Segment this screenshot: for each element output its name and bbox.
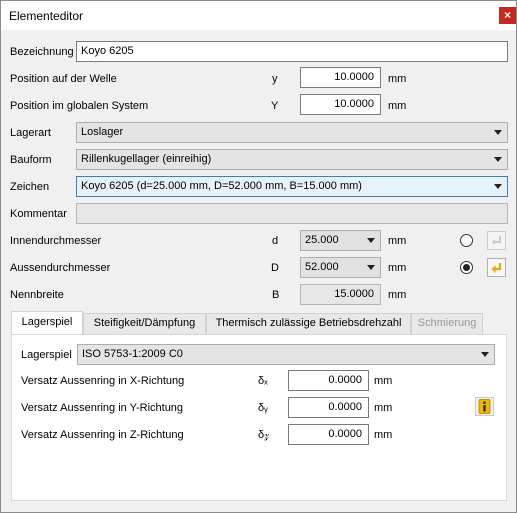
tab-thermisch[interactable]: Thermisch zulässige Betriebsdrehzahl — [206, 313, 411, 334]
versatz-y-label: Versatz Aussenring in Y-Richtung — [21, 402, 184, 414]
versatz-z-unit: mm — [374, 429, 393, 441]
title-bar[interactable]: Elementeditor × — [1, 1, 516, 30]
innendurchmesser-radio[interactable] — [460, 234, 473, 247]
aussendurchmesser-arrow-button[interactable] — [487, 258, 506, 277]
element-editor-window: Elementeditor × Bezeichnung Koyo 6205 Po… — [0, 0, 517, 513]
position-welle-unit: mm — [388, 73, 407, 85]
chevron-down-icon — [494, 184, 502, 189]
position-global-input[interactable]: 10.0000 — [300, 94, 381, 115]
tab-lagerspiel[interactable]: Lagerspiel — [11, 311, 83, 335]
versatz-z-input[interactable]: 0.0000 — [288, 424, 369, 445]
position-global-unit: mm — [388, 100, 407, 112]
info-button[interactable] — [475, 397, 494, 416]
innendurchmesser-arrow-button[interactable] — [487, 231, 506, 250]
bauform-value: Rillenkugellager (einreihig) — [81, 153, 212, 165]
lagerart-dropdown[interactable]: Loslager — [76, 122, 508, 143]
versatz-x-input[interactable]: 0.0000 — [288, 370, 369, 391]
window-title: Elementeditor — [9, 9, 84, 23]
lagerspiel-dropdown[interactable]: ISO 5753-1:2009 C0 — [77, 344, 495, 365]
aussendurchmesser-radio[interactable] — [460, 261, 473, 274]
tab-steifigkeit[interactable]: Steifigkeit/Dämpfung — [83, 313, 206, 334]
innendurchmesser-value: 25.000 — [305, 234, 339, 246]
position-welle-label: Position auf der Welle — [10, 73, 117, 85]
tab-schmierung[interactable]: Schmierung — [411, 313, 483, 334]
arrow-return-icon — [491, 263, 502, 273]
position-welle-symbol: y — [272, 73, 278, 85]
close-button[interactable]: × — [499, 7, 516, 24]
versatz-z-symbol: δ𝓏 — [258, 429, 270, 441]
lagerspiel-value: ISO 5753-1:2009 C0 — [82, 348, 183, 360]
arrow-return-icon — [492, 236, 501, 245]
aussendurchmesser-value: 52.000 — [305, 261, 339, 273]
lagerspiel-panel: Lagerspiel ISO 5753-1:2009 C0 Versatz Au… — [11, 334, 507, 501]
bauform-dropdown[interactable]: Rillenkugellager (einreihig) — [76, 149, 508, 170]
position-global-label: Position im globalen System — [10, 100, 149, 112]
versatz-y-symbol: δᵧ — [258, 402, 268, 414]
bezeichnung-label: Bezeichnung — [10, 46, 74, 58]
zeichen-dropdown[interactable]: Koyo 6205 (d=25.000 mm, D=52.000 mm, B=1… — [76, 176, 508, 197]
kommentar-label: Kommentar — [10, 208, 67, 220]
innendurchmesser-label: Innendurchmesser — [10, 235, 102, 247]
lagerart-label: Lagerart — [10, 127, 51, 139]
chevron-down-icon — [494, 157, 502, 162]
nennbreite-symbol: B — [272, 289, 280, 301]
innendurchmesser-dropdown[interactable]: 25.000 — [300, 230, 381, 251]
aussendurchmesser-label: Aussendurchmesser — [10, 262, 111, 274]
innendurchmesser-unit: mm — [388, 235, 407, 247]
lagerspiel-label: Lagerspiel — [21, 349, 72, 361]
aussendurchmesser-unit: mm — [388, 262, 407, 274]
aussendurchmesser-dropdown[interactable]: 52.000 — [300, 257, 381, 278]
lagerart-value: Loslager — [81, 126, 124, 138]
chevron-down-icon — [481, 352, 489, 357]
position-welle-input[interactable]: 10.0000 — [300, 67, 381, 88]
position-global-symbol: Y — [271, 100, 279, 112]
nennbreite-label: Nennbreite — [10, 289, 64, 301]
versatz-x-unit: mm — [374, 375, 393, 387]
versatz-x-label: Versatz Aussenring in X-Richtung — [21, 375, 185, 387]
chevron-down-icon — [367, 238, 375, 243]
kommentar-input[interactable] — [76, 203, 508, 224]
nennbreite-input: 15.0000 — [300, 284, 381, 305]
versatz-z-label: Versatz Aussenring in Z-Richtung — [21, 429, 184, 441]
versatz-y-input[interactable]: 0.0000 — [288, 397, 369, 418]
chevron-down-icon — [494, 130, 502, 135]
bezeichnung-input[interactable]: Koyo 6205 — [76, 41, 508, 62]
zeichen-label: Zeichen — [10, 181, 50, 193]
zeichen-value: Koyo 6205 (d=25.000 mm, D=52.000 mm, B=1… — [81, 180, 362, 192]
innendurchmesser-symbol: d — [272, 235, 279, 247]
nennbreite-unit: mm — [388, 289, 407, 301]
info-icon — [478, 399, 491, 414]
aussendurchmesser-symbol: D — [271, 262, 279, 274]
chevron-down-icon — [367, 265, 375, 270]
versatz-y-unit: mm — [374, 402, 393, 414]
versatz-x-symbol: δₓ — [258, 375, 268, 387]
bauform-label: Bauform — [10, 154, 52, 166]
